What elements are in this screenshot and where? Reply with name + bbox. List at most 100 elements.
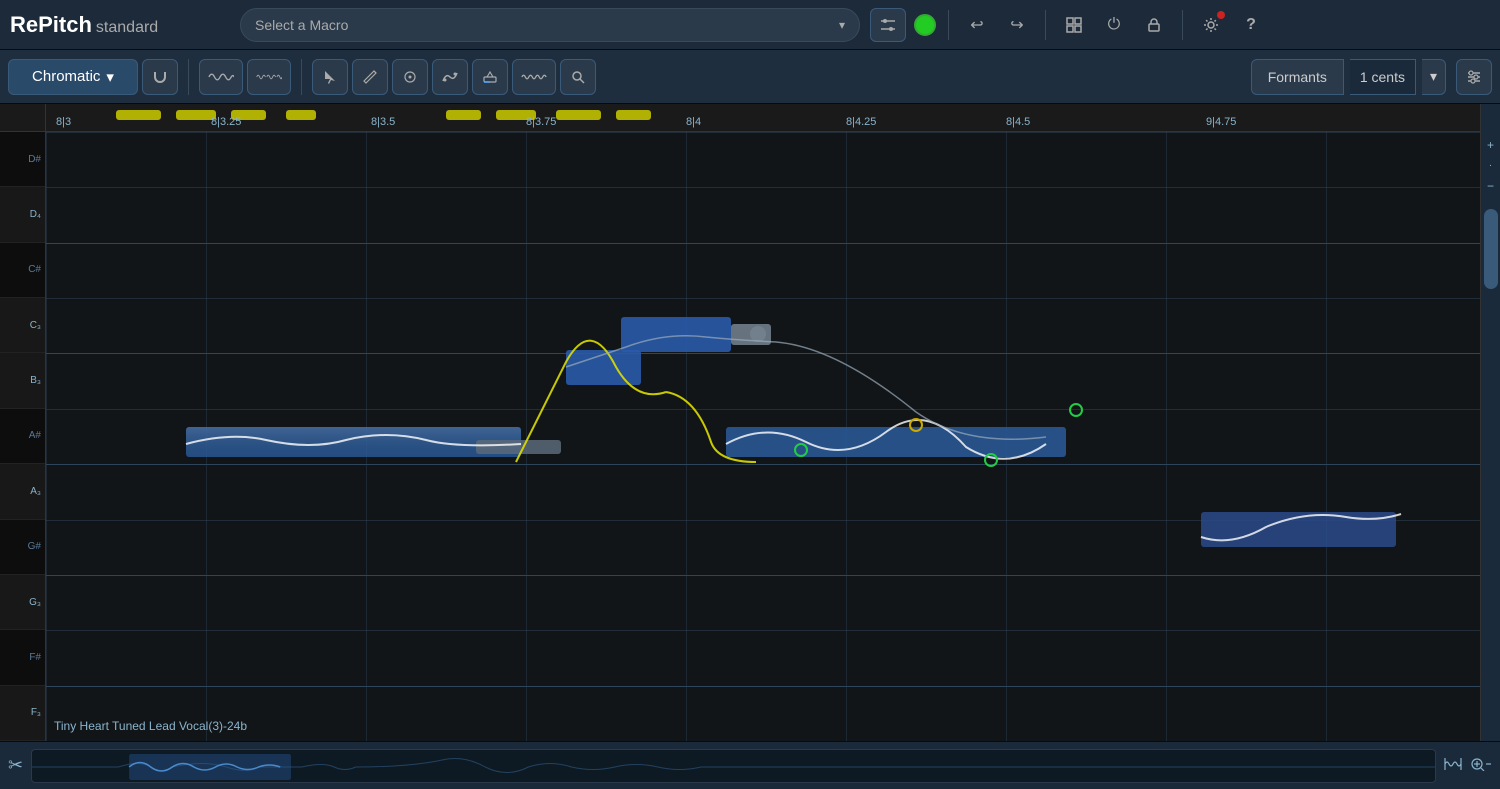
- piano-key-b3: B₃: [0, 353, 45, 408]
- chromatic-button[interactable]: Chromatic ▾: [8, 59, 138, 95]
- settings-button[interactable]: [1195, 9, 1227, 41]
- marker-7: 8|4.5: [1006, 116, 1030, 128]
- redo-button[interactable]: ↪: [1001, 9, 1033, 41]
- marker-1: 8|3: [56, 116, 71, 128]
- right-scrollbar[interactable]: + · −: [1480, 104, 1500, 741]
- grid-button[interactable]: [1058, 9, 1090, 41]
- grid-line-h-3: [46, 243, 1480, 244]
- marker-4: 8|3.75: [526, 116, 556, 128]
- segment-bar-4: [286, 110, 316, 120]
- grid-line-h-11: [46, 686, 1480, 687]
- power-button[interactable]: ⏻: [1098, 9, 1130, 41]
- control-point-yellow: [910, 419, 922, 431]
- macro-chevron-icon: ▾: [839, 18, 845, 32]
- segment-bar-7: [556, 110, 601, 120]
- macro-settings-button[interactable]: [870, 8, 906, 42]
- zoom-control-button[interactable]: [1470, 757, 1492, 774]
- zoom-pip-icon: ·: [1487, 158, 1494, 173]
- grid-line-v-4: [526, 132, 527, 741]
- snap-button[interactable]: [142, 59, 178, 95]
- pencil-tool-button[interactable]: [352, 59, 388, 95]
- segment-bar-1: [116, 110, 161, 120]
- grid-line-h-8: [46, 520, 1480, 521]
- segment-bar-5: [446, 110, 481, 120]
- grid-line-v-1: [46, 132, 47, 741]
- macro-select-wrap[interactable]: Select a Macro ▾: [240, 8, 860, 42]
- grid-line-h-7: [46, 464, 1480, 465]
- grid-icon: [1066, 17, 1082, 33]
- marker-5: 8|4: [686, 116, 701, 128]
- segment-bar-8: [616, 110, 651, 120]
- formants-button[interactable]: Formants: [1251, 59, 1344, 95]
- piano-key-d4: D₄: [0, 187, 45, 242]
- waveform-fit-button[interactable]: [1444, 757, 1462, 774]
- control-point-1: [795, 444, 807, 456]
- grid-area[interactable]: 8|3 8|3.25 8|3.5 8|3.75 8|4 8|4.25 8|4.5…: [46, 104, 1480, 741]
- zoom-control-icon: [1470, 757, 1492, 771]
- note-block-4: [621, 317, 731, 352]
- toolbar-divider-2: [301, 59, 302, 95]
- help-button[interactable]: ?: [1235, 9, 1267, 41]
- mixer-button[interactable]: [1456, 59, 1492, 95]
- cents-arrow-button[interactable]: ▾: [1422, 59, 1446, 95]
- note-handle: [731, 324, 771, 345]
- note-block-1: [186, 427, 521, 457]
- piano-key-g3: G₃: [0, 575, 45, 630]
- gear-icon: [1202, 16, 1220, 34]
- marker-3: 8|3.5: [371, 116, 395, 128]
- scissors-button[interactable]: ✂: [8, 755, 23, 776]
- pencil-icon: [362, 69, 378, 85]
- grid-line-h-5: [46, 353, 1480, 354]
- undo-button[interactable]: ↩: [961, 9, 993, 41]
- grid-line-h-4: [46, 298, 1480, 299]
- scroll-thumb[interactable]: [1484, 209, 1498, 289]
- toolbar: Chromatic ▾: [0, 50, 1500, 104]
- grid-line-v-9: [1326, 132, 1327, 741]
- grid-line-v-2: [206, 132, 207, 741]
- search-icon: [570, 69, 586, 85]
- status-indicator: [914, 14, 936, 36]
- logo-standard: standard: [96, 19, 158, 37]
- grid-line-v-7: [1006, 132, 1007, 741]
- lock-icon: [1146, 17, 1162, 33]
- erase-tool-button[interactable]: [472, 59, 508, 95]
- grid-line-v-6: [846, 132, 847, 741]
- multi-waveform-icon: [256, 69, 282, 85]
- waveform-icon: [208, 69, 234, 85]
- piano-key-fsharp: F#: [0, 630, 45, 685]
- separator-1: [948, 10, 949, 40]
- zoom-out-icon[interactable]: −: [1485, 173, 1496, 199]
- select-tool-button[interactable]: [312, 59, 348, 95]
- erase-icon: [482, 69, 498, 85]
- zoom-in-icon[interactable]: +: [1485, 132, 1496, 158]
- fit-icon: [1444, 757, 1462, 771]
- waveform-group: [199, 59, 291, 95]
- top-bar: RePitch standard Select a Macro ▾ ↩ ↪: [0, 0, 1500, 50]
- waveform-view-button[interactable]: [199, 59, 243, 95]
- timeline: 8|3 8|3.25 8|3.5 8|3.75 8|4 8|4.25 8|4.5…: [46, 104, 1480, 132]
- lock-button[interactable]: [1138, 9, 1170, 41]
- piano-key-gsharp: G#: [0, 520, 45, 575]
- marker-8: 9|4.75: [1206, 116, 1236, 128]
- pen-tool-button[interactable]: [392, 59, 428, 95]
- note-block-2: [476, 440, 561, 454]
- grid-line-h-2: [46, 187, 1480, 188]
- vibrato-icon: [521, 69, 547, 85]
- note-block-6: [1201, 512, 1396, 547]
- waveform-strip[interactable]: [31, 749, 1436, 783]
- grid-canvas[interactable]: Tiny Heart Tuned Lead Vocal(3)-24b: [46, 132, 1480, 741]
- bottom-right-controls: [1444, 757, 1492, 774]
- smooth-tool-button[interactable]: [432, 59, 468, 95]
- vibrato-tool-button[interactable]: [512, 59, 556, 95]
- piano-keys: D# D₄ C# C₃ B₃ A# A₃ G# G₃ F# F₃: [0, 104, 46, 741]
- grid-line-h-9: [46, 575, 1480, 576]
- waveform2-button[interactable]: [247, 59, 291, 95]
- macro-dropdown[interactable]: Select a Macro ▾: [240, 8, 860, 42]
- separator-2: [1045, 10, 1046, 40]
- segment-bar-2: [176, 110, 216, 120]
- tool-group: [312, 59, 596, 95]
- search-button[interactable]: [560, 59, 596, 95]
- marker-6: 8|4.25: [846, 116, 876, 128]
- track-label: Tiny Heart Tuned Lead Vocal(3)-24b: [54, 719, 247, 733]
- mixer-icon: [1466, 69, 1482, 85]
